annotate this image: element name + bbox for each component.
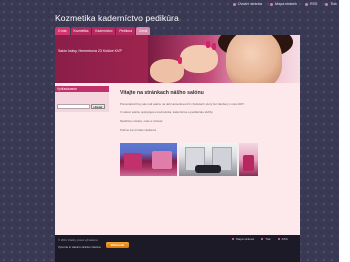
top-nav-link-print[interactable]: Tisk <box>325 2 337 6</box>
main-tabs: O nás Kozmetika Kaderníctvo Pedikúra Cen… <box>55 27 151 35</box>
photo-chair <box>152 151 172 169</box>
search-box <box>55 92 109 112</box>
salon-photo[interactable] <box>239 143 258 176</box>
bullet-icon <box>325 2 329 6</box>
bullet-icon <box>270 2 274 6</box>
relax-paragraph: Navštívte si krásu, relax a rodnosť. <box>120 119 164 123</box>
tab-about[interactable]: O nás <box>55 27 70 35</box>
banner-address: Salón krásy, Hemerkova 23 Košice KVP <box>58 49 122 53</box>
webnode-button[interactable]: Webnode <box>106 242 129 248</box>
footer-link-label: Tisk <box>265 237 271 241</box>
bullet-icon <box>277 238 280 240</box>
page-heading: Vitajte na stránkach nášho salónu <box>120 90 204 96</box>
services-paragraph: V našom salóne poskytujeme kozmetické, k… <box>120 110 214 114</box>
banner-photo <box>148 35 300 83</box>
footer-link-label: Mapa stránek <box>236 237 255 241</box>
photo-face <box>226 35 282 83</box>
tab-hairdressing[interactable]: Kaderníctvo <box>92 27 116 35</box>
header-banner: Salón krásy, Hemerkova 23 Košice KVP <box>55 35 300 83</box>
bullet-icon <box>261 238 264 240</box>
footer-copyright: © 2011 Všetky práva vyhradené. <box>58 238 99 242</box>
top-nav-link-rss[interactable]: RSS <box>304 2 318 6</box>
salon-photo[interactable] <box>179 143 237 176</box>
photo-nail <box>212 43 216 50</box>
photo-chair <box>195 165 221 173</box>
bullet-icon <box>304 2 308 6</box>
salon-photo[interactable] <box>120 143 177 176</box>
bullet-icon <box>232 238 234 240</box>
footer-link-sitemap[interactable]: Mapa stránek <box>232 237 254 241</box>
top-nav: Úvodní stránka Mapa stránek RSS Tisk <box>233 2 337 6</box>
photo-chair <box>243 155 254 171</box>
top-nav-link-sitemap[interactable]: Mapa stránek <box>270 2 297 6</box>
top-nav-label: Tisk <box>330 2 337 6</box>
footer-link-print[interactable]: Tisk <box>261 237 271 241</box>
tab-pedicure[interactable]: Pedikúra <box>116 27 136 35</box>
photo-chair <box>124 153 142 169</box>
photo-nail <box>178 57 182 64</box>
footer-link-rss[interactable]: RSS <box>277 237 288 241</box>
page: Úvodní stránka Mapa stránek RSS Tisk Koz… <box>0 0 350 262</box>
photo-nail <box>206 41 210 48</box>
search-button[interactable]: Hľadať <box>91 104 105 109</box>
footer-link-label: RSS <box>281 237 288 241</box>
search-input[interactable] <box>57 104 90 109</box>
footer-links: Mapa stránek Tisk RSS <box>232 237 288 241</box>
footer-create-text: Vytvorte si vlastnú stránku zdarma <box>58 245 101 249</box>
intro-paragraph: Prezentácia firmy ako náš salónu na ulic… <box>120 102 245 106</box>
tab-cosmetics[interactable]: Kozmetika <box>70 27 92 35</box>
tab-pricelist[interactable]: Ceník <box>136 27 151 35</box>
bullet-icon <box>233 2 236 6</box>
top-nav-link-home[interactable]: Úvodní stránka <box>233 2 262 6</box>
welcome-paragraph: Tešíme sa na Vašu návštevu! <box>120 128 157 132</box>
top-nav-label: Úvodní stránka <box>238 2 263 6</box>
site-title: Kozmetika kaderníctvo pedikúra <box>55 13 179 23</box>
top-nav-label: Mapa stránek <box>275 2 297 6</box>
top-nav-label: RSS <box>309 2 318 6</box>
